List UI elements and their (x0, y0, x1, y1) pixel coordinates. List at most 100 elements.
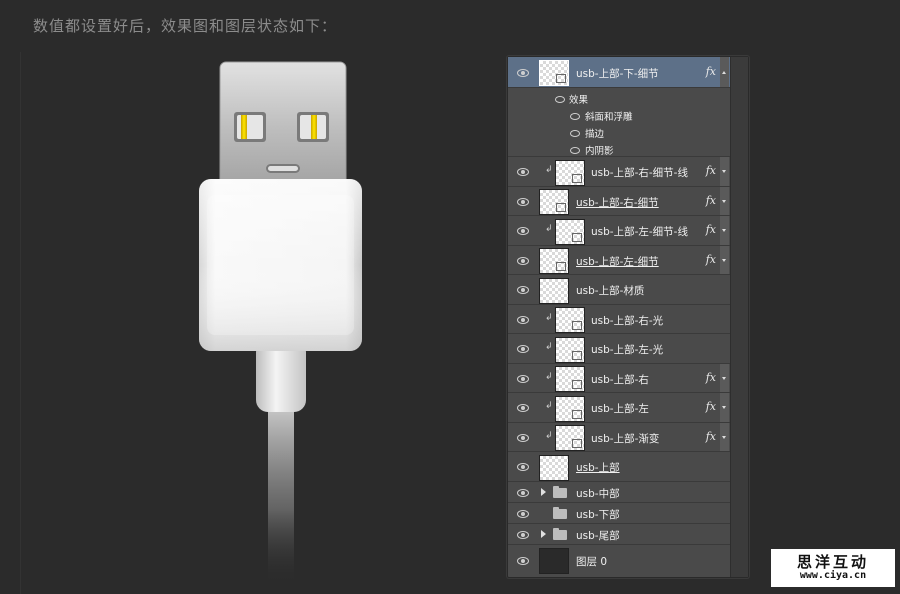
folder-icon (553, 507, 567, 519)
layer-row[interactable]: ↲ usb-上部-左-细节-线 fx (508, 216, 730, 246)
layer-name: usb-上部-左-光 (591, 344, 664, 356)
watermark-name: 思洋互动 (796, 553, 869, 571)
layer-name: usb-上部-下-细节 (576, 68, 659, 80)
visibility-eye-icon[interactable] (517, 316, 529, 324)
visibility-eye-icon[interactable] (517, 557, 529, 565)
clipping-mask-icon: ↲ (545, 165, 553, 175)
layer-row[interactable]: usb-上部-左-细节 fx (508, 246, 730, 275)
expand-group-arrow-icon[interactable] (541, 530, 546, 538)
clipping-mask-icon: ↲ (545, 431, 553, 441)
expand-effects-arrow-icon[interactable] (720, 187, 729, 215)
visibility-eye-icon[interactable] (517, 257, 529, 265)
layer-name: usb-上部 (576, 462, 620, 474)
expand-effects-arrow-icon[interactable] (720, 393, 729, 422)
layer-group-row[interactable]: usb-尾部 (508, 524, 730, 545)
background-layer-row[interactable]: 图层 0 (508, 545, 730, 576)
effects-list: 效果 斜面和浮雕 描边 内阴影 (508, 88, 730, 157)
layer-thumbnail (539, 455, 569, 481)
layer-thumbnail (555, 160, 585, 186)
layer-name: usb-上部-右-细节 (576, 197, 659, 209)
fx-icon[interactable]: fx (706, 194, 716, 207)
layer-thumbnail (555, 366, 585, 392)
layer-row[interactable]: ↲ usb-上部-右 fx (508, 364, 730, 393)
expand-effects-arrow-icon[interactable] (720, 364, 729, 392)
expand-effects-arrow-icon[interactable] (720, 423, 729, 451)
visibility-eye-icon[interactable] (517, 510, 529, 518)
visibility-eye-icon[interactable] (517, 168, 529, 176)
layer-thumbnail (555, 425, 585, 451)
effects-eye-icon[interactable] (555, 96, 565, 103)
expand-group-arrow-icon[interactable] (541, 488, 546, 496)
layer-thumbnail (539, 278, 569, 304)
visibility-eye-icon[interactable] (517, 531, 529, 539)
fx-icon[interactable]: fx (706, 223, 716, 236)
layer-name: usb-上部-材质 (576, 285, 645, 297)
clipping-mask-icon: ↲ (545, 313, 553, 323)
layer-name: usb-上部-右 (591, 374, 649, 386)
effect-inner-shadow[interactable]: 内阴影 (585, 143, 614, 157)
fx-icon[interactable]: fx (706, 65, 716, 78)
visibility-eye-icon[interactable] (517, 434, 529, 442)
clipping-mask-icon: ↲ (545, 372, 553, 382)
layer-row[interactable]: ↲ usb-上部-渐变 fx (508, 423, 730, 452)
visibility-eye-icon[interactable] (517, 375, 529, 383)
layer-thumbnail (555, 337, 585, 363)
layer-name: usb-上部-右-光 (591, 315, 664, 327)
fx-icon[interactable]: fx (706, 430, 716, 443)
layer-name: usb-上部-左-细节-线 (591, 226, 688, 238)
clipping-mask-icon: ↲ (545, 224, 553, 234)
layer-thumbnail (539, 248, 569, 274)
fx-icon[interactable]: fx (706, 400, 716, 413)
group-name: usb-尾部 (576, 530, 620, 542)
layer-row[interactable]: ↲ usb-上部-右-细节-线 fx (508, 157, 730, 187)
visibility-eye-icon[interactable] (517, 489, 529, 497)
layer-thumbnail (555, 396, 585, 422)
effects-title: 效果 (569, 95, 589, 106)
layer-thumbnail (539, 189, 569, 215)
visibility-eye-icon[interactable] (517, 286, 529, 294)
layer-thumbnail (539, 548, 569, 574)
layer-row[interactable]: ↲ usb-上部-左 fx (508, 393, 730, 423)
group-name: usb-中部 (576, 488, 620, 500)
fx-icon[interactable]: fx (706, 253, 716, 266)
layer-row-usb-top-bottom-detail[interactable]: usb-上部-下-细节 fx (508, 57, 730, 88)
layer-thumbnail (539, 60, 569, 86)
layers-panel: usb-上部-下-细节 fx 效果 斜面和浮雕 描边 内阴影 ↲ usb-上部-… (507, 56, 749, 578)
layers-scrollbar[interactable] (730, 57, 748, 577)
layer-row[interactable]: ↲ usb-上部-左-光 (508, 334, 730, 364)
visibility-eye-icon[interactable] (517, 198, 529, 206)
group-name: usb-下部 (576, 509, 620, 521)
visibility-eye-icon[interactable] (517, 404, 529, 412)
watermark-url: www.ciya.cn (799, 570, 867, 581)
layer-row[interactable]: usb-上部-右-细节 fx (508, 187, 730, 216)
expand-effects-arrow-icon[interactable] (720, 216, 729, 245)
visibility-eye-icon[interactable] (517, 227, 529, 235)
clipping-mask-icon: ↲ (545, 342, 553, 352)
expand-effects-arrow-icon[interactable] (720, 157, 729, 186)
effect-bevel-emboss[interactable]: 斜面和浮雕 (585, 109, 633, 123)
layer-group-row[interactable]: usb-下部 (508, 503, 730, 524)
fx-icon[interactable]: fx (706, 164, 716, 177)
visibility-eye-icon[interactable] (517, 463, 529, 471)
clipping-mask-icon: ↲ (545, 401, 553, 411)
folder-icon (553, 486, 567, 498)
usb-cable-illustration (199, 61, 362, 585)
layer-name: usb-上部-渐变 (591, 433, 660, 445)
layer-name: usb-上部-左 (591, 403, 649, 415)
layer-row[interactable]: usb-上部-材质 (508, 275, 730, 305)
layer-thumbnail (555, 219, 585, 245)
visibility-eye-icon[interactable] (517, 345, 529, 353)
layer-row[interactable]: usb-上部 (508, 452, 730, 482)
collapse-effects-arrow-icon[interactable] (720, 57, 729, 87)
layer-name: usb-上部-右-细节-线 (591, 167, 688, 179)
folder-icon (553, 528, 567, 540)
effect-eye-icon[interactable] (570, 130, 580, 137)
visibility-eye-icon[interactable] (517, 69, 529, 77)
expand-effects-arrow-icon[interactable] (720, 246, 729, 274)
effect-eye-icon[interactable] (570, 147, 580, 154)
fx-icon[interactable]: fx (706, 371, 716, 384)
effect-stroke[interactable]: 描边 (585, 126, 604, 140)
layer-row[interactable]: ↲ usb-上部-右-光 (508, 305, 730, 334)
layer-group-row[interactable]: usb-中部 (508, 482, 730, 503)
effect-eye-icon[interactable] (570, 113, 580, 120)
